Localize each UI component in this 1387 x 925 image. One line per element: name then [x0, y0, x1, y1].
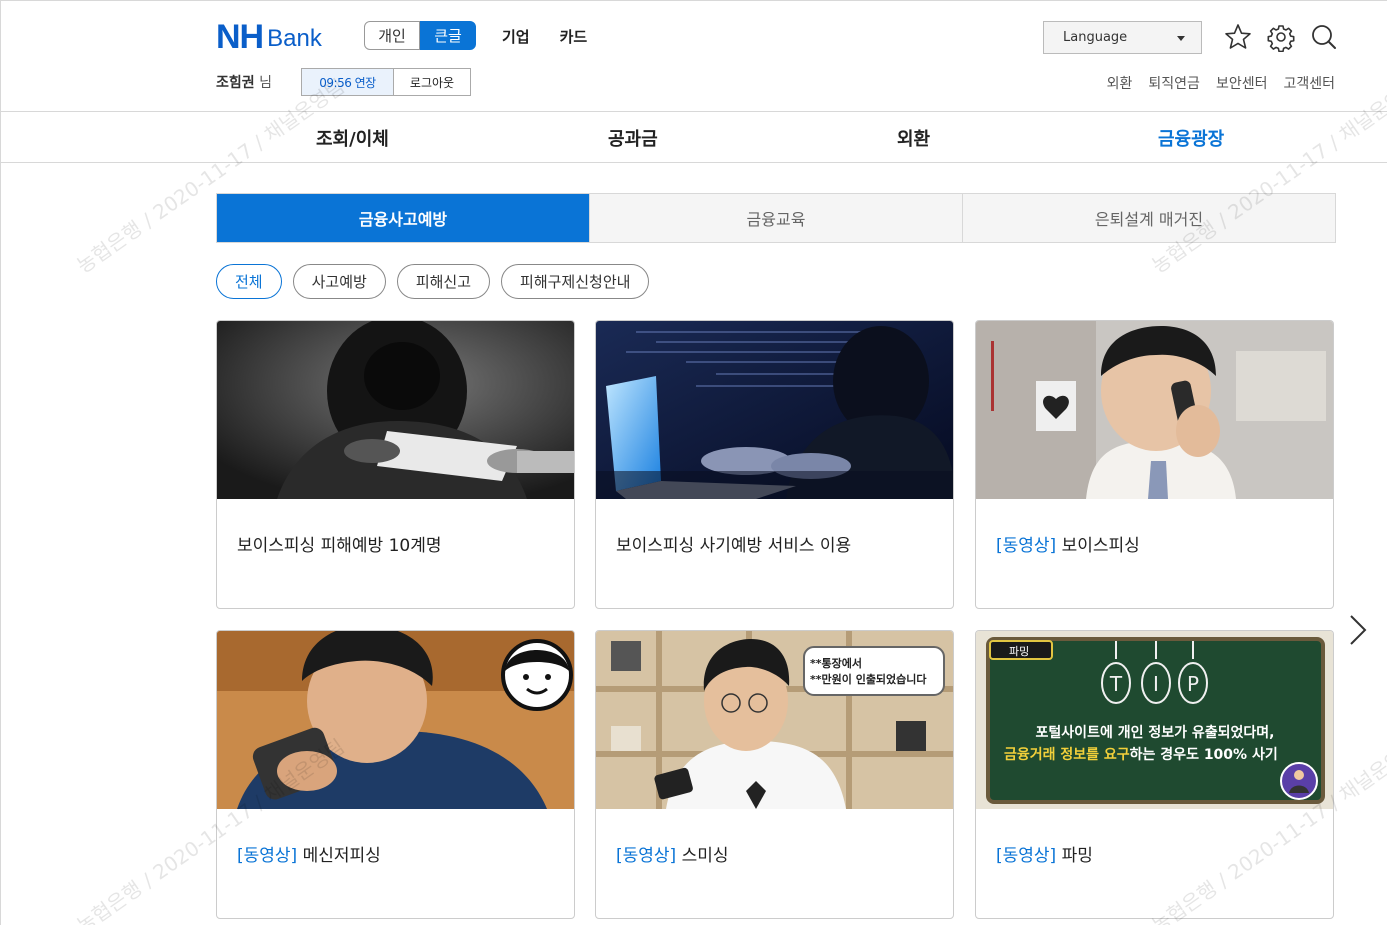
pharming-tip-i: I [1153, 672, 1159, 696]
gear-icon[interactable] [1266, 22, 1296, 53]
user-name: 조힘권 [216, 75, 255, 91]
card-image-smishing: **통장에서 **만원이 인출되었습니다 [596, 631, 953, 809]
pharming-badge: 파밍 [1009, 645, 1029, 658]
smishing-bubble-line2: **만원이 인출되었습니다 [810, 672, 927, 686]
sub-tabs: 금융사고예방 금융교육 은퇴설계 매거진 [216, 193, 1336, 243]
content-card[interactable]: 파밍 T I P 포털사이트에 개인 정보가 유출되었다며, 금융거래 정보를 … [975, 630, 1334, 919]
watermark: 농협은행 / 2020-11-17 / 채널운영팀 [1147, 74, 1387, 278]
caret-down-icon [1177, 36, 1185, 41]
user-honorific: 님 [259, 75, 272, 91]
card-title: 보이스피싱 피해예방 10계명 [237, 531, 441, 556]
card-title-text: 스미싱 [676, 846, 729, 866]
card-title: [동영상] 메신저피싱 [237, 841, 381, 866]
gnb-item-inquiry-transfer[interactable]: 조회/이체 [316, 125, 389, 151]
utility-links: 외환 퇴직연금 보안센터 고객센터 [1107, 73, 1335, 93]
user-greeting: 조힘권 님 [216, 72, 272, 92]
card-image-pharming: 파밍 T I P 포털사이트에 개인 정보가 유출되었다며, 금융거래 정보를 … [976, 631, 1333, 809]
tab-fraud-prevention[interactable]: 금융사고예방 [217, 194, 589, 242]
content-card[interactable]: [동영상] 메신저피싱 [216, 630, 575, 919]
top-link-card[interactable]: 카드 [560, 26, 588, 47]
personal-mode-button[interactable]: 개인 [364, 21, 420, 50]
nh-bank-logo[interactable]: NH Bank [216, 18, 322, 56]
mode-toggle: 개인 큰글 [364, 21, 476, 50]
pharming-line1: 포털사이트에 개인 정보가 유출되었다며, [1036, 724, 1275, 741]
card-title-text: 보이스피싱 사기예방 서비스 이용 [616, 536, 852, 556]
chip-relief-guide[interactable]: 피해구제신청안내 [501, 264, 650, 299]
card-tag: [동영상] [996, 536, 1057, 556]
card-title: [동영상] 파밍 [996, 841, 1093, 866]
util-link-security[interactable]: 보안센터 [1216, 73, 1268, 93]
watermark: 농협은행 / 2020-11-17 / 채널운영팀 [72, 74, 349, 278]
pharming-line2: 금융거래 정보를 요구하는 경우도 100% 사기 [1004, 746, 1278, 763]
chip-prevention[interactable]: 사고예방 [292, 264, 386, 299]
chip-damage-report[interactable]: 피해신고 [396, 264, 491, 299]
card-title: [동영상] 보이스피싱 [996, 531, 1140, 556]
card-image-hacker [596, 321, 953, 499]
tab-retirement-magazine[interactable]: 은퇴설계 매거진 [962, 194, 1335, 242]
pharming-line2-highlight: 금융거래 정보를 요구 [1004, 746, 1130, 763]
gnb-item-foreign-exchange[interactable]: 외환 [897, 125, 930, 151]
card-title: [동영상] 스미싱 [616, 841, 729, 866]
card-image-messenger-phishing [217, 631, 574, 809]
logout-button[interactable]: 로그아웃 [394, 69, 470, 95]
card-tag: [동영상] [996, 846, 1057, 866]
top-link-business[interactable]: 기업 [502, 26, 530, 47]
util-link-customer[interactable]: 고객센터 [1283, 73, 1335, 93]
smishing-bubble-line1: **통장에서 [810, 656, 862, 670]
chevron-right-icon[interactable] [1345, 612, 1369, 648]
pharming-line2-rest: 하는 경우도 100% 사기 [1130, 746, 1278, 763]
card-title-text: 메신저피싱 [297, 846, 381, 866]
card-tag: [동영상] [616, 846, 677, 866]
star-icon[interactable] [1223, 22, 1253, 52]
util-link-pension[interactable]: 퇴직연금 [1148, 73, 1200, 93]
session-extend-button[interactable]: 09:56 연장 [302, 69, 394, 95]
gnb-item-financial-plaza[interactable]: 금융광장 [1158, 125, 1224, 151]
card-image-envelope [217, 321, 574, 499]
global-navigation: 조회/이체 공과금 외환 금융광장 [0, 111, 1387, 163]
top-border [0, 0, 1387, 1]
large-text-mode-button[interactable]: 큰글 [420, 21, 476, 50]
card-title-text: 파밍 [1056, 846, 1093, 866]
filter-chips: 전체 사고예방 피해신고 피해구제신청안내 [216, 264, 650, 299]
content-card[interactable]: **통장에서 **만원이 인출되었습니다 [동영상] 스미싱 [595, 630, 954, 919]
pharming-tip-t: T [1109, 672, 1123, 696]
session-box: 09:56 연장 로그아웃 [301, 68, 471, 96]
search-icon[interactable] [1309, 22, 1339, 52]
util-link-fx[interactable]: 외환 [1107, 73, 1133, 93]
card-title: 보이스피싱 사기예방 서비스 이용 [616, 531, 851, 556]
language-label: Language [1063, 30, 1128, 45]
card-image-phone-call [976, 321, 1333, 499]
pharming-tip-p: P [1187, 672, 1199, 696]
tab-financial-education[interactable]: 금융교육 [589, 194, 962, 242]
content-card[interactable]: [동영상] 보이스피싱 [975, 320, 1334, 609]
card-tag: [동영상] [237, 846, 298, 866]
language-select[interactable]: Language [1043, 21, 1202, 54]
logo-nh: NH [216, 18, 264, 56]
gnb-item-utility-bills[interactable]: 공과금 [608, 125, 658, 151]
chip-all[interactable]: 전체 [216, 264, 282, 299]
top-links: 기업 카드 [502, 26, 587, 47]
content-card[interactable]: 보이스피싱 사기예방 서비스 이용 [595, 320, 954, 609]
card-title-text: 보이스피싱 피해예방 10계명 [237, 536, 442, 556]
content-card[interactable]: 보이스피싱 피해예방 10계명 [216, 320, 575, 609]
logo-bank: Bank [267, 25, 322, 52]
card-title-text: 보이스피싱 [1056, 536, 1140, 556]
